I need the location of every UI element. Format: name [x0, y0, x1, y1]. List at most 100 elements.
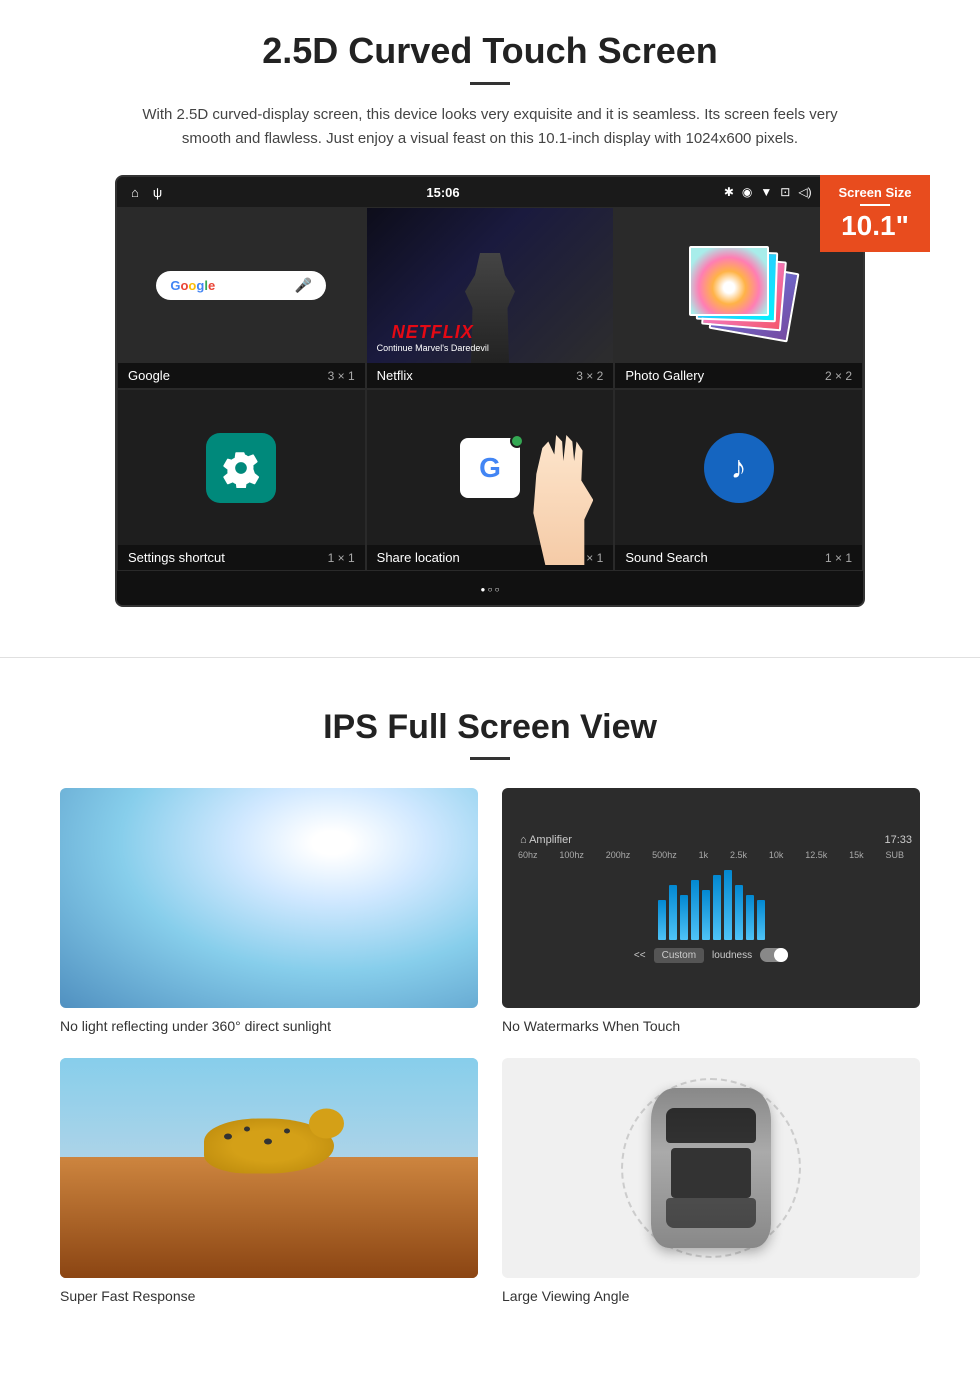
- gmaps-g: G: [460, 438, 520, 498]
- app-cell-sound-search[interactable]: ♪ Sound Search 1 × 1: [614, 389, 863, 571]
- amp-bar-7: [724, 870, 732, 940]
- cheetah-image: [60, 1058, 478, 1278]
- amp-bar-6: [713, 875, 721, 940]
- spot2: [244, 1127, 250, 1132]
- ground-bg: [60, 1157, 478, 1278]
- custom-btn[interactable]: Custom: [654, 948, 704, 963]
- loudness-toggle[interactable]: [760, 948, 788, 962]
- spot3: [264, 1139, 272, 1145]
- cheetah-body: [204, 1119, 334, 1174]
- netflix-label: Netflix: [377, 368, 413, 383]
- car-visual: [502, 1058, 920, 1278]
- section1-divider: [470, 82, 510, 85]
- mic-icon: 🎤: [295, 277, 312, 294]
- gmaps-icon-wrap: G: [460, 438, 520, 498]
- music-note-icon: ♪: [731, 449, 747, 486]
- share-cell-inner: G: [367, 390, 614, 545]
- amp-bar-9: [746, 895, 754, 940]
- feature-cheetah: Super Fast Response: [60, 1058, 478, 1304]
- app-cell-google[interactable]: Google 🎤 Google 3 × 1: [117, 207, 366, 389]
- cheetah-visual: [60, 1058, 478, 1278]
- status-bar: ⌂ ψ 15:06 ✱ ◉ ▼ ⊡ ◁) ✕ ▭: [117, 177, 863, 207]
- amp-bar-3: [680, 895, 688, 940]
- google-label: Google: [128, 368, 170, 383]
- amp-header: ⌂ Amplifier 17:33: [510, 834, 912, 846]
- google-label-row: Google 3 × 1: [118, 363, 365, 388]
- app-cell-settings[interactable]: Settings shortcut 1 × 1: [117, 389, 366, 571]
- feature-amplifier: ⌂ Amplifier 17:33 60hz100hz200hz500hz1k2…: [502, 788, 920, 1034]
- feature-sunlight: No light reflecting under 360° direct su…: [60, 788, 478, 1034]
- amp-bar-4: [691, 880, 699, 940]
- photo-stack: [689, 246, 789, 326]
- amp-bar-1: [658, 900, 666, 940]
- feature-car: Large Viewing Angle: [502, 1058, 920, 1304]
- section-ips: IPS Full Screen View No light reflecting…: [0, 688, 980, 1334]
- car-roof: [671, 1148, 751, 1198]
- settings-size: 1 × 1: [328, 551, 355, 565]
- section2-title: IPS Full Screen View: [60, 708, 920, 747]
- amp-controls: << Custom loudness: [634, 948, 788, 963]
- amp-bars: [658, 870, 765, 940]
- settings-label-row: Settings shortcut 1 × 1: [118, 545, 365, 570]
- sunlight-image: [60, 788, 478, 1008]
- app-grid: Google 🎤 Google 3 × 1: [117, 207, 863, 571]
- settings-cell-inner: [118, 390, 365, 545]
- google-size: 3 × 1: [328, 369, 355, 383]
- google-cell-inner: Google 🎤: [118, 208, 365, 363]
- amplifier-image: ⌂ Amplifier 17:33 60hz100hz200hz500hz1k2…: [502, 788, 920, 1008]
- settings-icon-wrap: [206, 433, 276, 503]
- netflix-logo: NETFLIX: [377, 322, 489, 343]
- badge-divider: [860, 204, 890, 206]
- section-divider: [0, 657, 980, 658]
- photo-label: Photo Gallery: [625, 368, 704, 383]
- amp-bar-2: [669, 885, 677, 940]
- cheetah-label: Super Fast Response: [60, 1288, 478, 1304]
- sunlight-visual: [60, 788, 478, 1008]
- netflix-cell-inner: NETFLIX Continue Marvel's Daredevil: [367, 208, 614, 363]
- hand-shape: [533, 435, 593, 565]
- car-circle: [621, 1078, 801, 1258]
- sound-label-row: Sound Search 1 × 1: [615, 545, 862, 570]
- sound-cell-inner: ♪: [615, 390, 862, 545]
- netflix-info: NETFLIX Continue Marvel's Daredevil: [377, 322, 489, 353]
- amp-freq-labels: 60hz100hz200hz500hz1k2.5k10k12.5k15kSUB: [510, 850, 912, 860]
- device-frame: ⌂ ψ 15:06 ✱ ◉ ▼ ⊡ ◁) ✕ ▭: [115, 175, 865, 607]
- amp-bar-5: [702, 890, 710, 940]
- share-label: Share location: [377, 550, 460, 565]
- cheetah-torso: [204, 1119, 334, 1174]
- bluetooth-icon: ✱: [724, 185, 734, 199]
- car-label: Large Viewing Angle: [502, 1288, 920, 1304]
- badge-size: 10.1": [841, 210, 909, 241]
- camera-icon: ⊡: [780, 185, 790, 199]
- cheetah-head: [309, 1109, 344, 1139]
- photo-flower: [689, 246, 769, 316]
- photo-size: 2 × 2: [825, 369, 852, 383]
- amp-bar-8: [735, 885, 743, 940]
- spot1: [224, 1134, 232, 1140]
- page-dots: ● ○ ○: [117, 571, 863, 605]
- sunlight-label: No light reflecting under 360° direct su…: [60, 1018, 478, 1034]
- photo-label-row: Photo Gallery 2 × 2: [615, 363, 862, 388]
- gear-icon: [221, 448, 261, 488]
- wifi-icon: ▼: [760, 185, 772, 199]
- amplifier-visual: ⌂ Amplifier 17:33 60hz100hz200hz500hz1k2…: [502, 788, 920, 1008]
- app-cell-share-location[interactable]: G Share location 1 × 1: [366, 389, 615, 571]
- car-rear: [666, 1198, 756, 1228]
- settings-label: Settings shortcut: [128, 550, 225, 565]
- section2-divider: [470, 757, 510, 760]
- netflix-label-row: Netflix 3 × 2: [367, 363, 614, 388]
- location-icon: ◉: [742, 185, 752, 199]
- app-cell-netflix[interactable]: NETFLIX Continue Marvel's Daredevil Netf…: [366, 207, 615, 389]
- section-curved-touch: 2.5D Curved Touch Screen With 2.5D curve…: [0, 0, 980, 627]
- section1-description: With 2.5D curved-display screen, this de…: [140, 103, 840, 151]
- netflix-size: 3 × 2: [576, 369, 603, 383]
- badge-label: Screen Size: [836, 185, 914, 200]
- google-search-bar[interactable]: Google 🎤: [156, 271, 326, 300]
- volume-icon: ◁): [798, 185, 811, 199]
- sound-label: Sound Search: [625, 550, 707, 565]
- status-bar-time: 15:06: [426, 185, 459, 200]
- car-top-view: [651, 1088, 771, 1248]
- screen-size-badge: Screen Size 10.1": [820, 175, 930, 252]
- home-icon: ⌂: [131, 185, 139, 200]
- car-windshield: [666, 1108, 756, 1143]
